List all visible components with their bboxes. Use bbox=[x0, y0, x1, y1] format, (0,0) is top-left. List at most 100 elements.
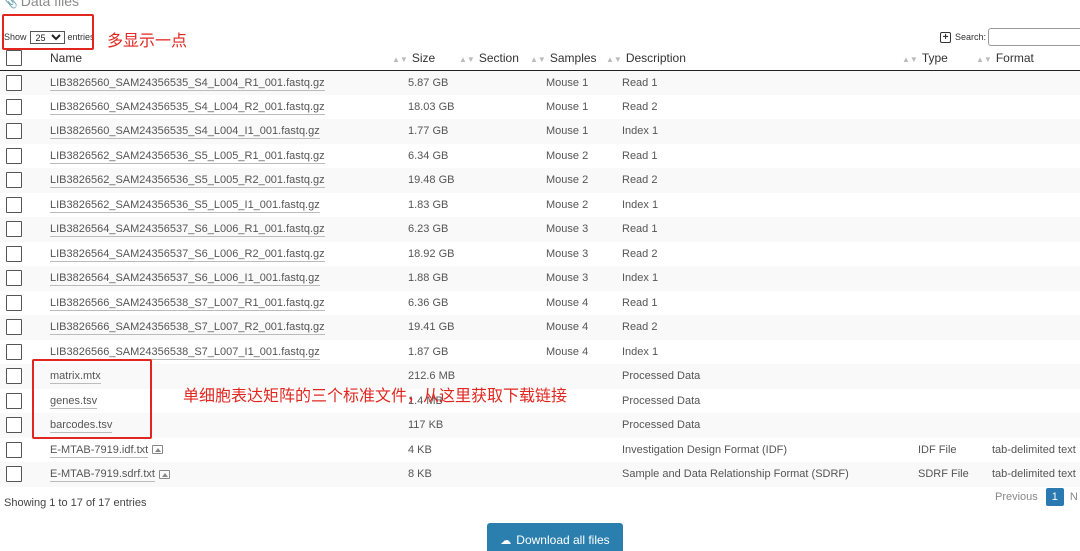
file-name-link[interactable]: LIB3826564_SAM24356537_S6_L006_R2_001.fa… bbox=[50, 247, 325, 262]
row-checkbox[interactable] bbox=[6, 392, 22, 409]
cloud-download-icon: ☁ bbox=[500, 534, 512, 547]
table-row[interactable]: LIB3826564_SAM24356537_S6_L006_R2_001.fa… bbox=[0, 242, 1080, 267]
row-select-cell[interactable] bbox=[0, 95, 42, 120]
section-cell bbox=[459, 217, 530, 242]
expand-icon[interactable]: + bbox=[940, 31, 951, 43]
page-1-button[interactable]: 1 bbox=[1045, 488, 1064, 506]
sort-icon: ▲▼ bbox=[976, 55, 992, 65]
column-header-format[interactable]: ▲▼ Format bbox=[976, 47, 1080, 71]
download-all-button[interactable]: ☁ Download all files bbox=[487, 523, 623, 551]
section-cell bbox=[459, 413, 530, 438]
row-checkbox[interactable] bbox=[6, 74, 22, 91]
section-cell bbox=[459, 340, 530, 365]
table-row[interactable]: LIB3826566_SAM24356538_S7_L007_I1_001.fa… bbox=[0, 340, 1080, 365]
type-cell bbox=[902, 389, 976, 414]
samples-cell: Mouse 4 bbox=[546, 321, 589, 334]
row-select-cell[interactable] bbox=[0, 462, 42, 487]
row-checkbox[interactable] bbox=[6, 368, 22, 385]
column-header-samples[interactable]: ▲▼ Samples bbox=[530, 47, 606, 71]
select-all-header[interactable] bbox=[0, 47, 42, 71]
row-checkbox[interactable] bbox=[6, 417, 22, 434]
table-row[interactable]: LIB3826560_SAM24356535_S4_L004_I1_001.fa… bbox=[0, 119, 1080, 144]
table-row[interactable]: LIB3826562_SAM24356536_S5_L005_R2_001.fa… bbox=[0, 168, 1080, 193]
row-select-cell[interactable] bbox=[0, 217, 42, 242]
previous-page-button[interactable]: Previous bbox=[995, 491, 1038, 503]
row-select-cell[interactable] bbox=[0, 315, 42, 340]
name-cell: LIB3826562_SAM24356536_S5_L005_I1_001.fa… bbox=[42, 193, 392, 218]
table-row[interactable]: barcodes.tsv 117 KB Processed Data bbox=[0, 413, 1080, 438]
format-cell bbox=[976, 291, 1080, 316]
row-checkbox[interactable] bbox=[6, 441, 22, 458]
description-cell: Processed Data bbox=[622, 419, 701, 432]
samples-cell: Mouse 3 bbox=[546, 272, 589, 285]
file-name-link[interactable]: LIB3826566_SAM24356538_S7_L007_I1_001.fa… bbox=[50, 345, 320, 360]
row-select-cell[interactable] bbox=[0, 438, 42, 463]
next-page-button[interactable]: N bbox=[1070, 491, 1078, 503]
file-name-link[interactable]: E-MTAB-7919.idf.txt bbox=[50, 443, 149, 458]
table-row[interactable]: LIB3826566_SAM24356538_S7_L007_R2_001.fa… bbox=[0, 315, 1080, 340]
file-name-link[interactable]: LIB3826560_SAM24356535_S4_L004_I1_001.fa… bbox=[50, 125, 320, 140]
file-name-link[interactable]: E-MTAB-7919.sdrf.txt bbox=[50, 468, 155, 483]
row-checkbox[interactable] bbox=[6, 466, 22, 483]
row-select-cell[interactable] bbox=[0, 193, 42, 218]
column-header-section[interactable]: ▲▼ Section bbox=[459, 47, 530, 71]
row-checkbox[interactable] bbox=[6, 294, 22, 311]
row-select-cell[interactable] bbox=[0, 291, 42, 316]
search-input[interactable] bbox=[988, 28, 1080, 46]
table-row[interactable]: LIB3826562_SAM24356536_S5_L005_R1_001.fa… bbox=[0, 144, 1080, 169]
file-name-link[interactable]: LIB3826566_SAM24356538_S7_L007_R2_001.fa… bbox=[50, 321, 325, 336]
description-cell: Investigation Design Format (IDF) bbox=[622, 443, 788, 456]
row-checkbox[interactable] bbox=[6, 98, 22, 115]
row-select-cell[interactable] bbox=[0, 70, 42, 95]
row-checkbox[interactable] bbox=[6, 123, 22, 140]
file-name-link[interactable]: LIB3826562_SAM24356536_S5_L005_R1_001.fa… bbox=[50, 149, 325, 164]
column-header-type[interactable]: ▲▼ Type bbox=[902, 47, 976, 71]
row-checkbox[interactable] bbox=[6, 319, 22, 336]
row-select-cell[interactable] bbox=[0, 119, 42, 144]
format-cell bbox=[976, 364, 1080, 389]
size-cell: 6.23 GB bbox=[408, 223, 449, 236]
file-name-link[interactable]: LIB3826564_SAM24356537_S6_L006_R1_001.fa… bbox=[50, 223, 325, 238]
size-cell: 19.48 GB bbox=[408, 174, 455, 187]
column-header-name[interactable]: Name bbox=[42, 47, 392, 71]
sort-icon: ▲▼ bbox=[530, 55, 546, 65]
type-cell bbox=[902, 266, 976, 291]
size-cell: 5.87 GB bbox=[408, 76, 449, 89]
table-row[interactable]: LIB3826560_SAM24356535_S4_L004_R1_001.fa… bbox=[0, 70, 1080, 95]
row-checkbox[interactable] bbox=[6, 172, 22, 189]
table-row[interactable]: LIB3826564_SAM24356537_S6_L006_I1_001.fa… bbox=[0, 266, 1080, 291]
table-row[interactable]: E-MTAB-7919.idf.txt 4 KB Investigation Des… bbox=[0, 438, 1080, 463]
table-info: Showing 1 to 17 of 17 entries bbox=[4, 497, 147, 509]
row-checkbox[interactable] bbox=[6, 221, 22, 238]
file-name-link[interactable]: LIB3826566_SAM24356538_S7_L007_R1_001.fa… bbox=[50, 296, 325, 311]
type-cell bbox=[902, 119, 976, 144]
row-checkbox[interactable] bbox=[6, 196, 22, 213]
row-checkbox[interactable] bbox=[6, 343, 22, 360]
column-header-size[interactable]: ▲▼ Size bbox=[392, 47, 459, 71]
file-name-link[interactable]: LIB3826560_SAM24356535_S4_L004_R2_001.fa… bbox=[50, 100, 325, 115]
table-row[interactable]: LIB3826566_SAM24356538_S7_L007_R1_001.fa… bbox=[0, 291, 1080, 316]
type-cell bbox=[902, 242, 976, 267]
row-select-cell[interactable] bbox=[0, 242, 42, 267]
size-cell: 1.83 GB bbox=[408, 198, 449, 211]
description-cell: Read 2 bbox=[622, 321, 658, 334]
row-checkbox[interactable] bbox=[6, 245, 22, 262]
file-name-link[interactable]: LIB3826560_SAM24356535_S4_L004_R1_001.fa… bbox=[50, 76, 325, 91]
row-checkbox[interactable] bbox=[6, 147, 22, 164]
column-header-description[interactable]: ▲▼ Description bbox=[606, 47, 902, 71]
file-name-link[interactable]: LIB3826564_SAM24356537_S6_L006_I1_001.fa… bbox=[50, 272, 320, 287]
file-name-link[interactable]: LIB3826562_SAM24356536_S5_L005_R2_001.fa… bbox=[50, 174, 325, 189]
table-row[interactable]: LIB3826562_SAM24356536_S5_L005_I1_001.fa… bbox=[0, 193, 1080, 218]
row-select-cell[interactable] bbox=[0, 144, 42, 169]
table-row[interactable]: E-MTAB-7919.sdrf.txt 8 KB Sample and Data … bbox=[0, 462, 1080, 487]
table-row[interactable]: LIB3826560_SAM24356535_S4_L004_R2_001.fa… bbox=[0, 95, 1080, 120]
select-all-checkbox[interactable] bbox=[6, 50, 22, 67]
row-checkbox[interactable] bbox=[6, 270, 22, 287]
description-cell: Processed Data bbox=[622, 394, 701, 407]
row-select-cell[interactable] bbox=[0, 168, 42, 193]
format-cell bbox=[976, 242, 1080, 267]
size-cell: 1.87 GB bbox=[408, 345, 449, 358]
table-row[interactable]: LIB3826564_SAM24356537_S6_L006_R1_001.fa… bbox=[0, 217, 1080, 242]
file-name-link[interactable]: LIB3826562_SAM24356536_S5_L005_I1_001.fa… bbox=[50, 198, 320, 213]
row-select-cell[interactable] bbox=[0, 266, 42, 291]
